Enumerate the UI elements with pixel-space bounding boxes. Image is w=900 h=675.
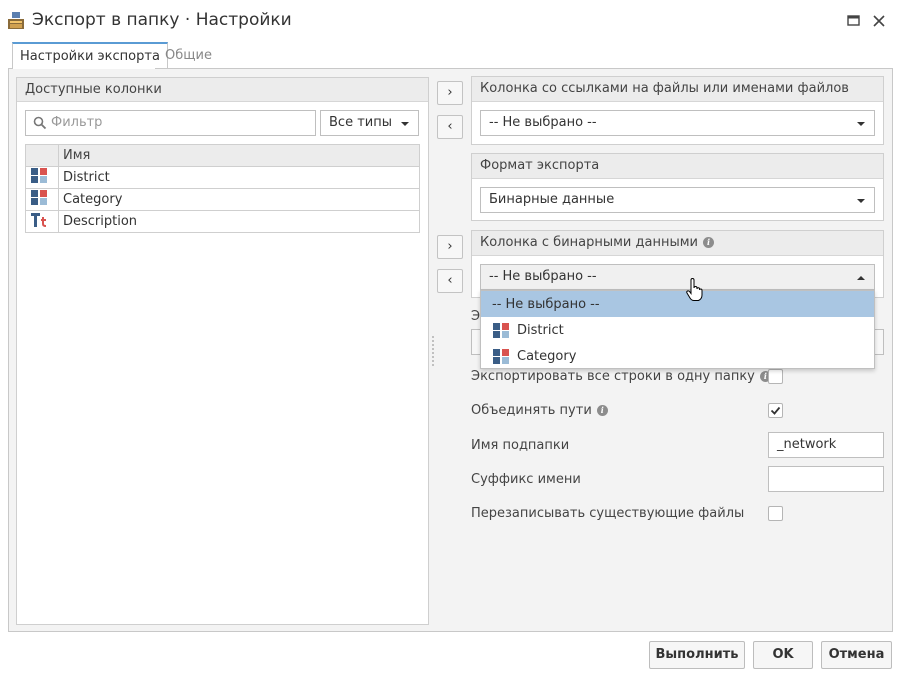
subfolder-label: Имя подпапки — [471, 438, 570, 453]
column-name: Description — [58, 210, 420, 233]
subfolder-input[interactable]: _network — [768, 432, 884, 458]
run-button[interactable]: Выполнить — [649, 641, 745, 669]
column-type-cell — [25, 188, 59, 211]
search-icon — [33, 116, 47, 130]
merge-paths-checkbox[interactable] — [768, 403, 783, 418]
binary-column-header-row: Колонка с бинарными данными i — [472, 231, 883, 256]
add-binary-column-button[interactable]: › — [437, 235, 463, 259]
column-type-cell — [25, 210, 59, 233]
checkmark-icon — [770, 406, 781, 415]
name-column-header: Имя — [58, 144, 420, 167]
export-folder-icon — [8, 12, 24, 29]
hand-cursor-icon — [686, 278, 703, 301]
chevron-down-icon — [857, 199, 865, 203]
export-format-header: Формат экспорта — [472, 154, 883, 179]
chevron-down-icon — [857, 122, 865, 126]
column-name: Category — [58, 188, 420, 211]
type-filter-select[interactable]: Все типы — [320, 110, 419, 136]
window-title: Экспорт в папку · Настройки — [32, 10, 292, 30]
splitter-handle[interactable] — [432, 336, 434, 366]
column-name: District — [58, 166, 420, 189]
binary-column-header: Колонка с бинарными данными — [480, 235, 698, 250]
chevron-down-icon — [401, 122, 409, 126]
table-row[interactable]: Description — [25, 210, 420, 233]
icon-column-header — [25, 144, 59, 167]
columns-table: Имя District Category Description — [25, 144, 420, 233]
dropdown-option[interactable]: -- Не выбрано -- — [481, 291, 874, 317]
file-column-value: -- Не выбрано -- — [489, 115, 597, 130]
categorical-icon — [493, 348, 509, 364]
overwrite-checkbox[interactable] — [768, 506, 783, 521]
export-all-rows-label: Экспортировать все строки в одну папку — [471, 369, 755, 384]
tab-general[interactable]: Общие — [157, 42, 220, 69]
binary-column-select[interactable]: -- Не выбрано -- — [480, 264, 875, 290]
export-all-rows-row: Экспортировать все строки в одну папку i — [471, 369, 771, 384]
option-label: -- Не выбрано -- — [492, 296, 600, 312]
categorical-icon — [493, 322, 509, 338]
remove-binary-column-button[interactable]: ‹ — [437, 269, 463, 293]
option-label: District — [517, 322, 564, 338]
table-row[interactable]: Category — [25, 188, 420, 211]
merge-paths-row: Объединять пути i — [471, 403, 608, 418]
suffix-input[interactable] — [768, 466, 884, 492]
filter-placeholder: Фильтр — [51, 115, 103, 130]
filter-input[interactable]: Фильтр — [25, 110, 316, 136]
title-bar: Экспорт в папку · Настройки — [0, 0, 900, 42]
hidden-option-label: Э — [471, 309, 481, 324]
dropdown-option[interactable]: Category — [481, 343, 874, 369]
remove-file-column-button[interactable]: ‹ — [437, 115, 463, 139]
merge-paths-label: Объединять пути — [471, 403, 592, 418]
maximize-icon[interactable] — [845, 12, 863, 30]
binary-column-value: -- Не выбрано -- — [489, 269, 597, 284]
binary-column-dropdown: -- Не выбрано -- District Category — [480, 290, 875, 369]
option-label: Category — [517, 348, 577, 364]
export-all-rows-checkbox[interactable] — [768, 369, 783, 384]
column-type-cell — [25, 166, 59, 189]
categorical-icon — [31, 168, 47, 183]
categorical-icon — [31, 190, 47, 205]
export-format-select[interactable]: Бинарные данные — [480, 187, 875, 213]
dropdown-option[interactable]: District — [481, 317, 874, 343]
file-column-header: Колонка со ссылками на файлы или именами… — [472, 77, 883, 102]
ok-button[interactable]: OK — [753, 641, 813, 669]
file-column-select[interactable]: -- Не выбрано -- — [480, 110, 875, 136]
text-icon — [31, 213, 46, 227]
overwrite-label: Перезаписывать существующие файлы — [471, 506, 745, 521]
tab-export-settings[interactable]: Настройки экспорта — [12, 42, 168, 69]
info-icon[interactable]: i — [703, 237, 714, 248]
type-filter-value: Все типы — [329, 115, 392, 130]
available-columns-header: Доступные колонки — [17, 78, 428, 102]
chevron-up-icon — [857, 276, 865, 280]
close-icon[interactable] — [870, 12, 888, 30]
export-format-value: Бинарные данные — [489, 192, 615, 207]
cancel-button[interactable]: Отмена — [821, 641, 892, 669]
suffix-label: Суффикс имени — [471, 472, 581, 487]
table-row[interactable]: District — [25, 166, 420, 189]
info-icon[interactable]: i — [596, 405, 608, 416]
add-file-column-button[interactable]: › — [437, 81, 463, 105]
